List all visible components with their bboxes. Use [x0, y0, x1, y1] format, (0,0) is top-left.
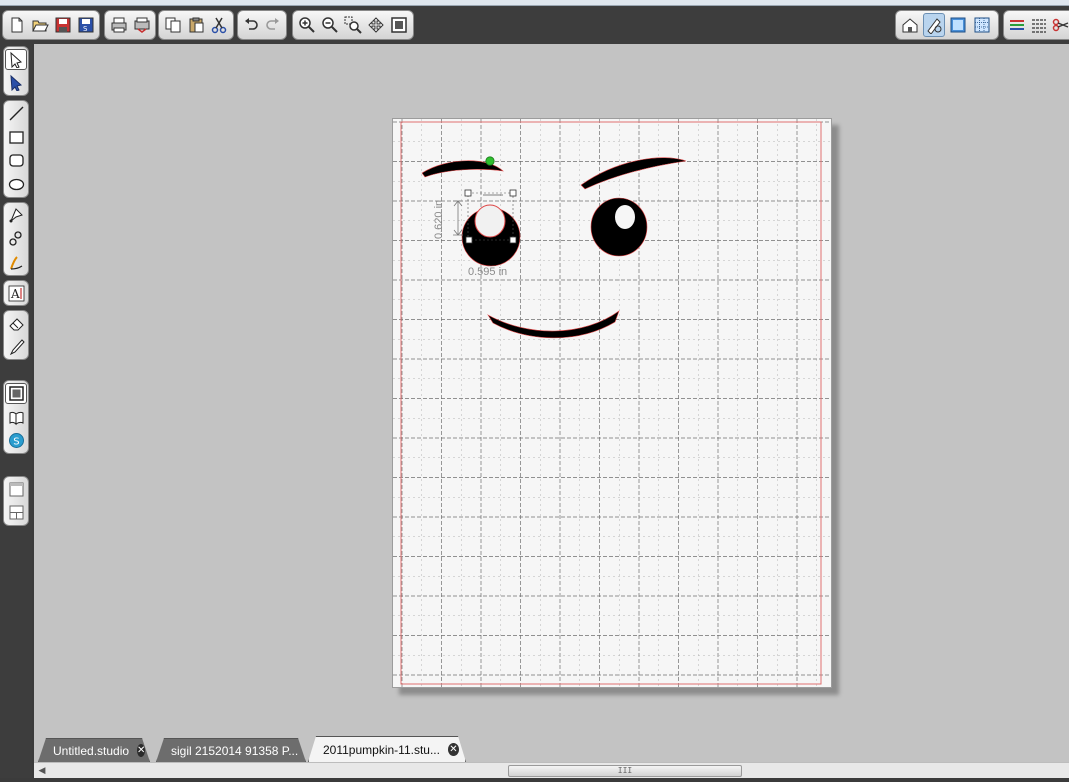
document-tab[interactable]: sigil 2152014 91358 P... ✕	[156, 738, 306, 762]
zoom-in-icon[interactable]	[296, 13, 317, 37]
edit-points-icon[interactable]	[5, 72, 27, 93]
resize-handle-bottom-right[interactable]	[509, 236, 517, 244]
resize-handle-bottom-left[interactable]	[465, 236, 473, 244]
right-eyebrow-shape[interactable]	[580, 157, 687, 190]
history-toolbar-group	[237, 10, 287, 40]
resize-handle-top-right[interactable]	[509, 189, 517, 197]
page-canvas[interactable]: 0.620 in 0.595 in	[393, 119, 831, 687]
open-folder-icon[interactable]	[29, 13, 50, 37]
right-eye-shape[interactable]	[590, 197, 648, 257]
scissors-icon[interactable]	[1051, 13, 1069, 37]
new-document-icon[interactable]	[6, 13, 27, 37]
clipboard-toolbar-group	[158, 10, 234, 40]
scroll-left-arrow-icon[interactable]: ◀	[36, 765, 48, 777]
view-toolbar-group	[895, 10, 999, 40]
redo-icon[interactable]	[263, 13, 283, 37]
resize-handle-top-left[interactable]	[464, 189, 472, 197]
silhouette-studio-window: S A S 0.620 in 0.595 in Untitled.studio …	[0, 0, 1069, 782]
file-toolbar-group: S	[2, 10, 100, 40]
path-tools-group	[3, 202, 29, 276]
height-dimension-label: 0.620 in	[433, 200, 445, 239]
text-tool-icon[interactable]: A	[5, 283, 27, 303]
eraser-tool-icon[interactable]	[5, 313, 27, 334]
style-toolbar-group	[1003, 10, 1069, 40]
polygon-tool-icon[interactable]	[5, 205, 27, 226]
split-panel-icon[interactable]	[5, 502, 27, 523]
line-tool-icon[interactable]	[5, 103, 27, 125]
tab-label: Untitled.studio	[53, 743, 130, 758]
save-icon[interactable]	[52, 13, 73, 37]
left-eye-shape[interactable]	[461, 204, 521, 267]
horizontal-scrollbar[interactable]: ◀ III	[34, 762, 1069, 778]
zoom-toolbar-group	[292, 10, 414, 40]
cut-settings-icon[interactable]	[923, 13, 945, 37]
rectangle-tool-icon[interactable]	[5, 127, 27, 149]
cut-icon[interactable]	[209, 13, 230, 37]
paste-icon[interactable]	[185, 13, 206, 37]
svg-text:S: S	[13, 436, 19, 447]
tab-label: 2011pumpkin-11.stu...	[323, 742, 440, 757]
design-page[interactable]: 0.620 in 0.595 in	[392, 118, 832, 688]
scrollbar-thumb[interactable]: III	[508, 765, 742, 777]
library-book-icon[interactable]	[5, 406, 27, 427]
document-tab[interactable]: Untitled.studio ✕	[38, 738, 150, 762]
document-tab-active[interactable]: 2011pumpkin-11.stu... ✕	[308, 736, 466, 762]
tools-sidebar: A S	[0, 44, 32, 782]
print-icon[interactable]	[108, 13, 129, 37]
save-to-library-icon[interactable]: S	[75, 13, 96, 37]
library-tools-group: S	[3, 380, 29, 454]
ellipse-tool-icon[interactable]	[5, 174, 27, 196]
home-icon[interactable]	[899, 13, 921, 37]
main-toolbar: S	[0, 6, 1069, 44]
curve-tool-icon[interactable]	[5, 228, 27, 249]
width-dimension-label: 0.595 in	[468, 266, 507, 278]
copy-icon[interactable]	[162, 13, 183, 37]
single-panel-icon[interactable]	[5, 479, 27, 500]
svg-text:S: S	[83, 25, 88, 33]
align-icon[interactable]	[1029, 13, 1049, 37]
window-bottom-edge	[0, 778, 1069, 782]
rounded-rectangle-tool-icon[interactable]	[5, 150, 27, 172]
fit-to-page-icon[interactable]	[389, 13, 410, 37]
design-workspace[interactable]: 0.620 in 0.595 in	[34, 44, 1069, 736]
close-icon[interactable]: ✕	[137, 744, 145, 757]
edit-tools-group	[3, 310, 29, 360]
grid-icon[interactable]	[971, 13, 993, 37]
rotation-handle[interactable]	[485, 156, 495, 166]
text-tools-group: A	[3, 280, 29, 306]
knife-tool-icon[interactable]	[5, 336, 27, 357]
zoom-out-icon[interactable]	[319, 13, 340, 37]
select-tools-group	[3, 46, 29, 96]
print-toolbar-group	[104, 10, 156, 40]
pan-icon[interactable]	[366, 13, 387, 37]
tab-label: sigil 2152014 91358 P...	[171, 743, 299, 758]
print-cut-icon[interactable]	[131, 13, 152, 37]
page-view-icon[interactable]	[947, 13, 969, 37]
draw-tools-group	[3, 100, 29, 198]
panel-tools-group	[3, 476, 29, 526]
document-tab-bar: Untitled.studio ✕ sigil 2152014 91358 P.…	[34, 736, 1069, 762]
page-setup-icon[interactable]	[5, 383, 27, 405]
line-style-icon[interactable]	[1007, 13, 1027, 37]
svg-text:A: A	[10, 287, 20, 301]
silhouette-store-icon[interactable]: S	[5, 430, 27, 451]
zoom-selection-icon[interactable]	[342, 13, 363, 37]
freehand-tool-icon[interactable]	[5, 252, 27, 273]
close-icon[interactable]: ✕	[448, 743, 459, 756]
undo-icon[interactable]	[241, 13, 261, 37]
select-arrow-icon[interactable]	[5, 49, 27, 71]
mouth-shape[interactable]	[487, 310, 620, 339]
